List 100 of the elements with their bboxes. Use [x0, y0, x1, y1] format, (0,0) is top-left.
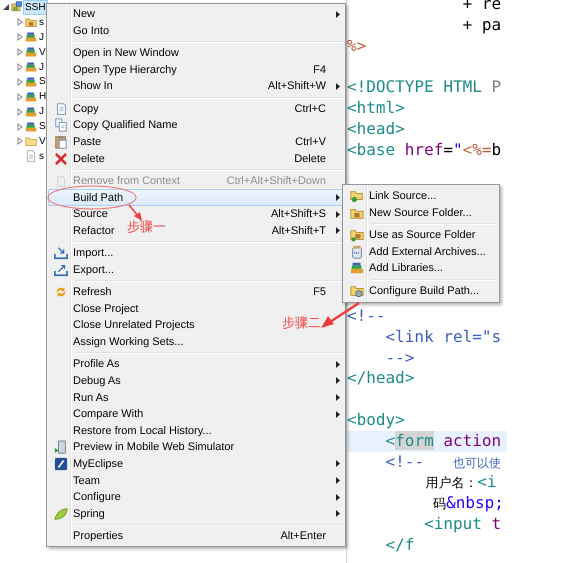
tile-icon [54, 456, 68, 471]
step-label: 步骤二 [282, 315, 321, 332]
menu-item[interactable]: Build Path [73, 192, 124, 204]
export-icon [54, 262, 68, 277]
menu-item[interactable]: Configure [73, 491, 121, 504]
folder-link-icon [350, 189, 364, 204]
folder-icon [25, 135, 37, 148]
tree-item[interactable]: J [38, 60, 45, 74]
menu-item[interactable]: Configure Build Path... [369, 284, 480, 297]
books-icon [25, 46, 37, 58]
shortcut-text: Alt+Shift+S [270, 208, 326, 220]
tree-item[interactable]: J [38, 105, 45, 118]
tree-item[interactable]: S [38, 120, 47, 134]
code-line: <form action [384, 430, 502, 450]
package-folder-icon [25, 16, 37, 28]
code-line: <input t [423, 514, 502, 533]
menu-item[interactable]: Add Libraries... [369, 262, 443, 274]
menu-item[interactable]: New [73, 8, 96, 20]
menu-item[interactable]: Import... [73, 247, 114, 260]
code-line: %> [347, 36, 366, 55]
tree-item[interactable]: s [38, 16, 45, 29]
menu-item[interactable]: Use as Source Folder [369, 229, 476, 242]
menu-item[interactable]: Compare With [73, 408, 144, 420]
menu-item[interactable]: Close Unrelated Projects [73, 319, 195, 332]
code-line: 码&nbsp; [432, 493, 504, 512]
tree-item[interactable]: J [38, 30, 45, 44]
settings-icon [350, 284, 364, 298]
shortcut-text: Ctrl+V [295, 136, 326, 148]
tree-item[interactable]: V [38, 134, 47, 148]
shortcut-text: Ctrl+Alt+Shift+Down [226, 175, 326, 188]
books-icon [25, 31, 37, 44]
menu-item[interactable]: Close Project [73, 302, 138, 315]
tree-item[interactable]: S [38, 75, 47, 88]
menu-item[interactable]: Export... [73, 264, 114, 276]
menu-item[interactable]: Run As [73, 392, 108, 404]
step-label: 步骤一 [127, 219, 166, 236]
menu-item[interactable]: Profile As [73, 358, 120, 370]
menu-item[interactable]: Refactor [73, 224, 115, 237]
books-icon [25, 90, 37, 103]
shortcut-text: F4 [313, 64, 326, 76]
code-line: <!-- 也可以使 [384, 452, 501, 471]
books-icon [350, 261, 364, 276]
books-icon [25, 76, 37, 88]
menu-item[interactable]: Link Source... [369, 190, 436, 202]
books-icon [25, 61, 37, 73]
menu-item[interactable]: Restore from Local History... [73, 424, 212, 437]
phone-icon [54, 440, 68, 454]
code-line: + re [462, 0, 502, 13]
shortcut-text: F5 [313, 286, 326, 298]
menu-item[interactable]: Assign Working Sets... [73, 336, 184, 348]
shortcut-text: Delete [294, 152, 326, 165]
menu-item[interactable]: MyEclipse [73, 458, 124, 470]
refresh-icon [54, 285, 68, 300]
menu-item[interactable]: Refresh [73, 286, 112, 298]
shortcut-text: Alt+Enter [280, 530, 326, 542]
delete-icon [54, 152, 68, 166]
documents-icon [54, 118, 68, 132]
menu-item[interactable]: New Source Folder... [369, 206, 472, 219]
menu-item[interactable]: Open Type Hierarchy [73, 64, 177, 76]
menu-item[interactable]: Open in New Window [73, 47, 179, 60]
code-line: </head> [347, 368, 414, 388]
menu-item[interactable]: Properties [73, 530, 124, 542]
tree-item[interactable]: H [38, 90, 48, 104]
clipboard-icon [54, 135, 68, 150]
shortcut-text: Alt+Shift+W [268, 80, 326, 92]
books-icon [25, 106, 37, 118]
menu-item[interactable]: Copy Qualified Name [73, 119, 178, 132]
project-icon [11, 1, 23, 14]
code-line: <!DOCTYPE HTML P [347, 77, 502, 96]
code-line: <head> [347, 118, 405, 138]
menu-item[interactable]: Paste [73, 136, 102, 148]
menu-item[interactable]: Copy [73, 102, 99, 115]
tree-item[interactable]: SSH [24, 0, 47, 14]
books-icon [25, 120, 37, 133]
menu-item[interactable]: Delete [73, 152, 105, 165]
package-folder-icon [350, 228, 364, 242]
menu-item[interactable]: Go Into [73, 24, 110, 37]
annotation-arrow [128, 204, 144, 222]
code-line: 用户名：<i [424, 472, 497, 492]
menu-item[interactable]: Source [73, 208, 108, 220]
shortcut-text: Ctrl+C [294, 102, 326, 115]
menu-item[interactable]: Debug As [73, 374, 121, 387]
code-line: </f [384, 534, 414, 554]
triangle-icon[interactable] [2, 3, 10, 12]
code-line: --> [384, 348, 414, 367]
leaf-icon [54, 506, 68, 521]
code-line: <!-- [347, 306, 386, 325]
menu-item[interactable]: Team [73, 474, 100, 487]
import-icon [54, 246, 68, 260]
file-icon [25, 150, 37, 162]
menu-item[interactable]: Preview in Mobile Web Simulator [73, 441, 234, 454]
menu-item[interactable]: Add External Archives... [369, 246, 486, 258]
menu-item[interactable]: Show In [73, 80, 113, 92]
tree-item[interactable]: V [38, 46, 47, 59]
menu-item[interactable]: Spring [73, 508, 105, 520]
jar-icon [350, 244, 364, 259]
code-line: <base href="<%=b [347, 140, 502, 159]
code-line: <body> [347, 410, 405, 429]
code-line: + pa [462, 14, 502, 34]
tree-item[interactable]: s [38, 150, 45, 163]
